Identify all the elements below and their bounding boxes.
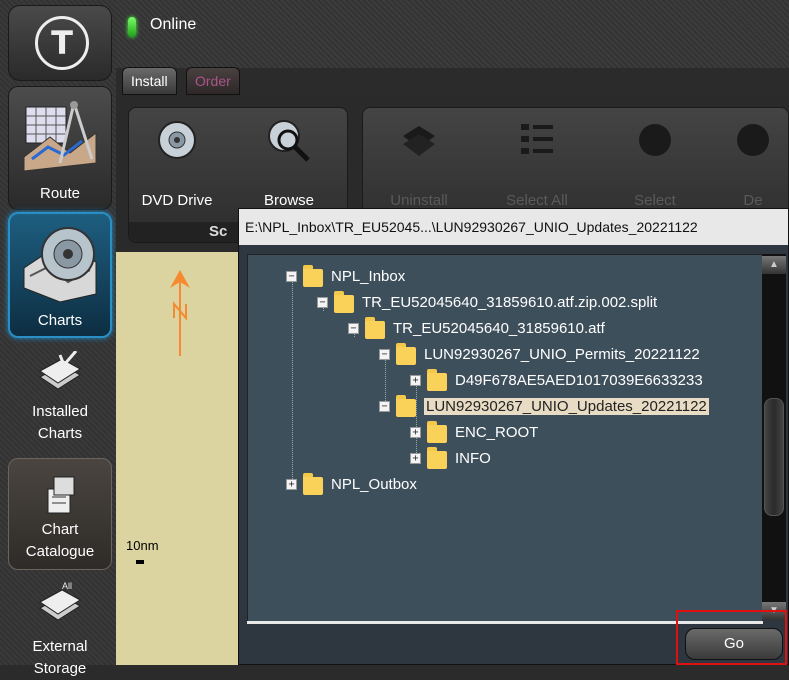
collapse-icon[interactable]: −	[379, 400, 390, 412]
collapse-icon[interactable]: −	[286, 270, 297, 282]
deselect-label: De	[743, 192, 763, 209]
logo-t-icon: T	[35, 16, 89, 70]
folder-tree[interactable]: − NPL_Inbox − TR_EU52045640_31859610.atf…	[247, 254, 763, 622]
nav-charts-button[interactable]: Charts	[8, 212, 112, 338]
folder-icon	[303, 265, 323, 287]
folder-icon	[427, 447, 447, 469]
tree-connector	[292, 275, 293, 481]
folder-icon	[427, 369, 447, 391]
tree-node-label: NPL_Inbox	[331, 267, 406, 285]
uninstall-icon	[403, 126, 435, 156]
sidebar: T Route Charts Installed Charts Chart Ca…	[0, 0, 116, 677]
tree-node-label: D49F678AE5AED1017039E6633233	[455, 371, 703, 389]
dvd-disc-icon	[158, 121, 196, 159]
tree-node-label: ENC_ROOT	[455, 423, 539, 441]
route-icon	[23, 101, 97, 172]
select-all-list-icon	[521, 124, 553, 154]
tree-node-npl-inbox[interactable]: − NPL_Inbox	[286, 263, 405, 289]
expand-icon[interactable]: +	[410, 374, 421, 386]
browse-magnifier-icon	[268, 120, 310, 162]
chart-map-view[interactable]: 10nm	[116, 252, 246, 665]
nav-catalogue-label: Chart Catalogue	[9, 519, 111, 563]
tree-node-atf[interactable]: − TR_EU52045640_31859610.atf	[348, 315, 605, 341]
uninstall-label: Uninstall	[390, 192, 448, 209]
expand-icon[interactable]: +	[410, 452, 421, 464]
external-storage-icon: All	[39, 581, 81, 621]
browse-label: Browse	[263, 192, 315, 209]
app-logo[interactable]: T	[8, 5, 112, 81]
tree-node-label: TR_EU52045640_31859610.atf	[393, 319, 605, 337]
tab-install[interactable]: Install	[122, 67, 177, 95]
collapse-icon[interactable]: −	[379, 348, 390, 360]
nav-installed-label: Installed Charts	[8, 401, 112, 445]
nav-installed-label-line1: Installed	[32, 403, 88, 420]
nav-external-label-line1: External	[32, 638, 88, 655]
chart-catalogue-icon	[47, 476, 75, 514]
collapse-icon[interactable]: −	[317, 296, 328, 308]
charts-disc-icon	[23, 227, 97, 303]
expand-icon[interactable]: +	[410, 426, 421, 438]
tree-node-label: TR_EU52045640_31859610.atf.zip.002.split	[362, 293, 658, 311]
nav-route-button[interactable]: Route	[8, 86, 112, 210]
tree-node-label: LUN92930267_UNIO_Permits_20221122	[424, 345, 700, 363]
tree-node-guid[interactable]: + D49F678AE5AED1017039E6633233	[410, 367, 703, 393]
nav-route-label: Route	[39, 185, 81, 202]
deselect-button[interactable]: De	[723, 118, 783, 209]
folder-icon	[396, 343, 416, 365]
installed-charts-icon	[39, 351, 81, 390]
folder-icon	[365, 317, 385, 339]
scroll-thumb[interactable]	[764, 398, 784, 516]
nav-external-label: External Storage	[8, 636, 112, 680]
dvd-drive-label: DVD Drive	[141, 192, 213, 209]
external-badge: All	[62, 581, 72, 591]
online-status-led-icon	[128, 17, 136, 37]
tree-scrollbar[interactable]: ▲ ▼	[762, 254, 786, 620]
folder-icon	[396, 395, 416, 417]
select-button[interactable]: Select	[613, 118, 697, 209]
online-status-text: Online	[150, 16, 197, 33]
tree-node-enc-root[interactable]: + ENC_ROOT	[410, 419, 538, 445]
tree-node-label: INFO	[455, 449, 491, 467]
tree-node-split[interactable]: − TR_EU52045640_31859610.atf.zip.002.spl…	[317, 289, 657, 315]
go-button-highlight-box	[676, 610, 787, 665]
nav-installed-charts-button[interactable]: Installed Charts	[8, 345, 112, 455]
nav-external-storage-button[interactable]: All External Storage	[8, 578, 112, 677]
folder-icon	[427, 421, 447, 443]
nav-external-label-line2: Storage	[33, 660, 87, 677]
nav-catalogue-label-line1: Chart	[41, 521, 79, 538]
uninstall-button[interactable]: Uninstall	[377, 118, 461, 209]
scroll-up-arrow-icon[interactable]: ▲	[762, 256, 786, 274]
scale-label: 10nm	[126, 538, 159, 553]
select-icon	[639, 124, 671, 156]
deselect-icon	[737, 124, 769, 156]
collapse-icon[interactable]: −	[348, 322, 359, 334]
select-all-button[interactable]: Select All	[495, 118, 579, 209]
browse-folder-dialog: E:\NPL_Inbox\TR_EU52045...\LUN92930267_U…	[238, 208, 789, 665]
tree-node-updates-selected[interactable]: − LUN92930267_UNIO_Updates_20221122	[379, 393, 709, 419]
tab-order[interactable]: Order	[186, 67, 240, 95]
folder-icon	[303, 473, 323, 495]
select-label: Select	[634, 192, 676, 209]
tree-node-info[interactable]: + INFO	[410, 445, 491, 471]
tree-node-npl-outbox[interactable]: + NPL_Outbox	[286, 471, 417, 497]
nav-catalogue-label-line2: Catalogue	[25, 543, 95, 560]
tree-node-permits[interactable]: − LUN92930267_UNIO_Permits_20221122	[379, 341, 700, 367]
browse-button[interactable]: Browse	[247, 118, 331, 209]
nav-installed-label-line2: Charts	[37, 425, 83, 442]
north-arrow-icon	[170, 270, 190, 356]
nav-charts-label: Charts	[37, 312, 83, 329]
header-bar: Online	[116, 0, 789, 68]
dvd-drive-button[interactable]: DVD Drive	[135, 118, 219, 209]
select-all-label: Select All	[506, 192, 568, 209]
tree-node-label: NPL_Outbox	[331, 475, 417, 493]
scale-bar	[136, 560, 144, 564]
folder-icon	[334, 291, 354, 313]
folder-path-field[interactable]: E:\NPL_Inbox\TR_EU52045...\LUN92930267_U…	[239, 209, 788, 245]
tree-node-label: LUN92930267_UNIO_Updates_20221122	[424, 397, 709, 415]
expand-icon[interactable]: +	[286, 478, 297, 490]
nav-chart-catalogue-button[interactable]: Chart Catalogue	[8, 458, 112, 570]
